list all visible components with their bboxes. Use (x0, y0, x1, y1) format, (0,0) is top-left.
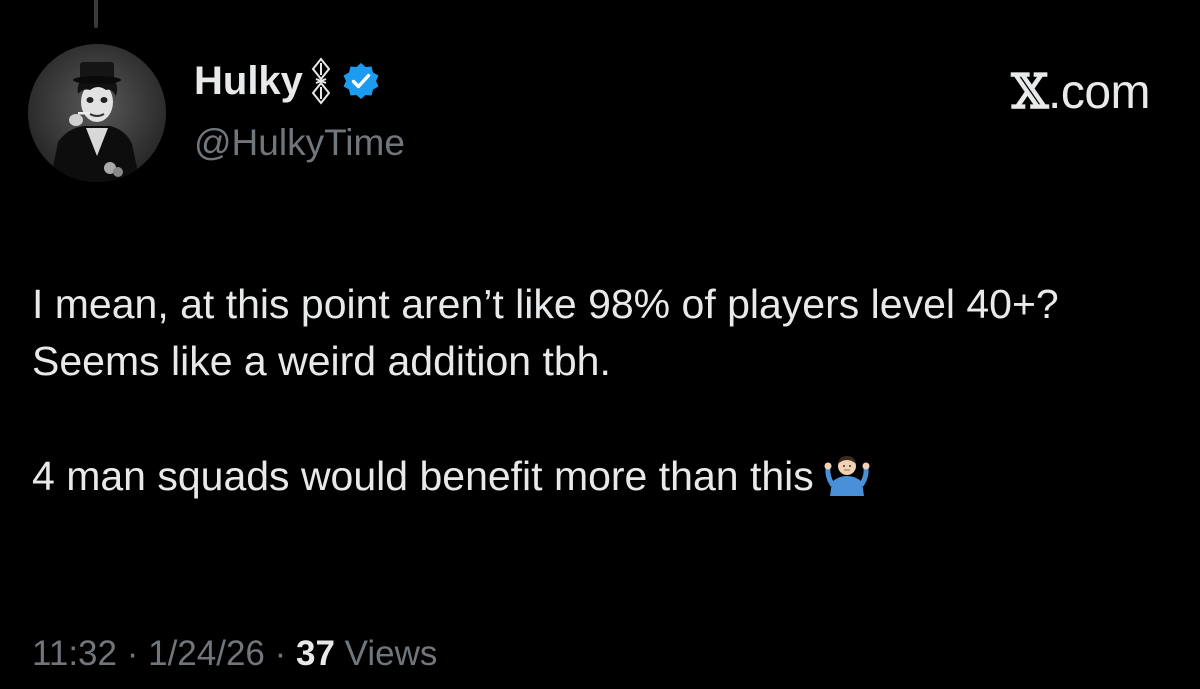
avatar-photo (28, 44, 166, 182)
shrug-emoji-icon (824, 452, 870, 498)
views-count[interactable]: 37 (296, 634, 335, 673)
meta-separator: · (264, 634, 296, 673)
author-handle[interactable]: @HulkyTime (194, 124, 405, 161)
tweet-paragraph-2: 4 man squads would benefit more than thi… (32, 448, 1172, 505)
tweet-text: I mean, at this point aren’t like 98% of… (32, 276, 1172, 505)
author-display-name[interactable]: Hulky (194, 61, 303, 101)
x-logo-icon: 𝕏 (1011, 64, 1048, 120)
avatar[interactable] (28, 44, 166, 182)
tweet-paragraph-text: 4 man squads would benefit more than thi… (32, 452, 814, 499)
tweet-time[interactable]: 11:32 (32, 634, 117, 673)
meta-separator: · (117, 634, 149, 673)
tweet-metadata: 11:32 · 1/24/26 · 37 Views (32, 636, 437, 671)
x-com-watermark: 𝕏.com (1011, 68, 1150, 117)
author-name-row: Hulky (194, 56, 381, 106)
brand-domain: .com (1047, 66, 1151, 119)
thread-connector-line (94, 0, 98, 28)
views-label: Views (334, 634, 438, 673)
emblem-icon (309, 57, 333, 105)
tweet-paragraph: I mean, at this point aren’t like 98% of… (32, 281, 1059, 385)
verified-badge-icon (341, 61, 381, 101)
tweet-date[interactable]: 1/24/26 (148, 634, 265, 673)
